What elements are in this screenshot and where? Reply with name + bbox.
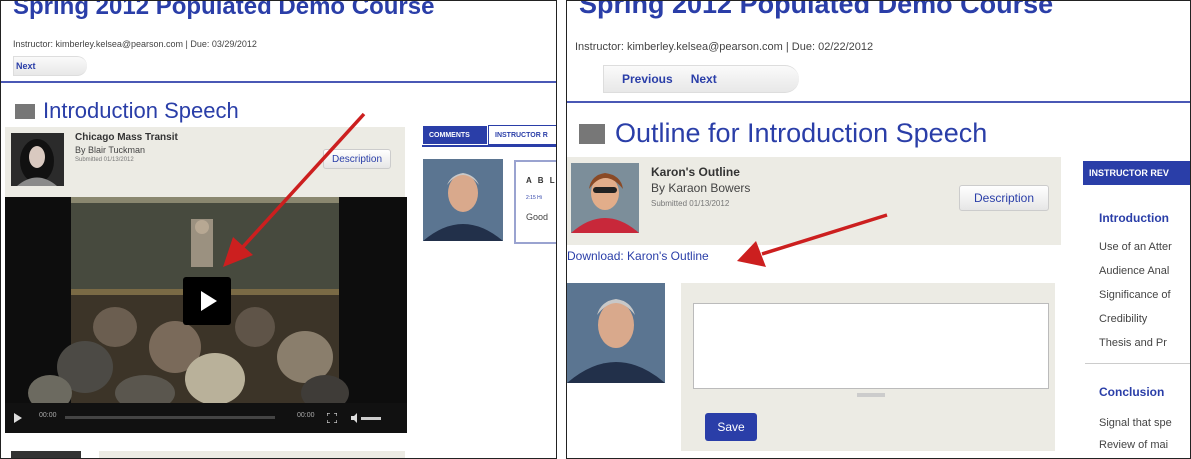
rubric-item: Review of mai bbox=[1099, 439, 1169, 451]
student-avatar bbox=[571, 163, 639, 233]
comment-textarea[interactable] bbox=[693, 303, 1049, 389]
comment-bubble: A B L 2:15 Hi Good bbox=[514, 160, 557, 244]
instructor-due-line: Instructor: kimberley.kelsea@pearson.com… bbox=[575, 41, 874, 53]
page-title-text: Introduction Speech bbox=[43, 98, 239, 123]
header-rule bbox=[567, 101, 1190, 103]
tab-comments[interactable]: COMMENTS bbox=[422, 125, 488, 145]
seek-bar[interactable] bbox=[65, 416, 275, 419]
page-title: Introduction Speech bbox=[15, 98, 239, 124]
rubric-item: Credibility bbox=[1099, 313, 1148, 325]
rubric-item: Use of an Atter bbox=[1099, 241, 1172, 253]
submission-author: By Blair Tuckman bbox=[75, 145, 146, 155]
rubric-divider bbox=[1085, 363, 1190, 364]
rubric-heading-conclusion: Conclusion bbox=[1099, 385, 1165, 399]
tab-underline bbox=[422, 145, 556, 147]
nav-bar: Next bbox=[13, 56, 87, 76]
submission-date: Submitted 01/13/2012 bbox=[651, 199, 730, 208]
course-title: Spring 2012 Populated Demo Course bbox=[579, 0, 1054, 19]
tab-instructor-review[interactable]: INSTRUCTOR R bbox=[488, 125, 556, 145]
left-screenshot-panel: Spring 2012 Populated Demo Course Instru… bbox=[0, 0, 557, 459]
page-title-text: Outline for Introduction Speech bbox=[615, 118, 988, 148]
rubric-item: Audience Anal bbox=[1099, 265, 1170, 277]
submission-title: Karon's Outline bbox=[651, 165, 740, 179]
rubric-item: Thesis and Pr bbox=[1099, 337, 1167, 349]
next-submission-card bbox=[99, 451, 405, 458]
download-link[interactable]: Download: Karon's Outline bbox=[567, 249, 709, 263]
document-icon bbox=[15, 103, 35, 119]
submission-date: Submitted 01/13/2012 bbox=[75, 157, 134, 163]
comment-form: Save bbox=[681, 283, 1055, 451]
red-arrow-icon bbox=[223, 112, 366, 267]
next-button[interactable]: Next bbox=[16, 61, 36, 71]
time-current: 00:00 bbox=[39, 412, 57, 419]
resize-handle[interactable] bbox=[857, 393, 885, 397]
rubric-heading-introduction: Introduction bbox=[1099, 211, 1169, 225]
description-button[interactable]: Description bbox=[959, 185, 1049, 211]
student-avatar bbox=[11, 133, 64, 186]
comment-text: Good bbox=[526, 212, 549, 222]
tab-instructor-review[interactable]: INSTRUCTOR REV bbox=[1083, 161, 1190, 185]
document-icon bbox=[579, 123, 605, 144]
play-button[interactable] bbox=[183, 277, 231, 325]
time-total: 00:00 bbox=[297, 412, 315, 419]
video-controls: 00:00 00:00 bbox=[5, 403, 407, 433]
next-avatar-peek bbox=[11, 451, 81, 458]
fullscreen-icon[interactable] bbox=[327, 413, 337, 423]
play-icon bbox=[201, 291, 217, 311]
course-title: Spring 2012 Populated Demo Course bbox=[13, 0, 435, 20]
header-rule bbox=[1, 81, 556, 83]
rubric-item: Significance of bbox=[1099, 289, 1171, 301]
nav-bar: Previous Next bbox=[603, 65, 799, 93]
reviewer-avatar bbox=[567, 283, 665, 383]
next-button[interactable]: Next bbox=[691, 72, 717, 86]
comment-timestamp[interactable]: 2:15 Hi bbox=[526, 195, 542, 201]
submission-title: Chicago Mass Transit bbox=[75, 132, 178, 143]
comment-author: A B L bbox=[526, 176, 557, 185]
save-button[interactable]: Save bbox=[705, 413, 757, 441]
commenter-avatar bbox=[423, 159, 503, 241]
volume-icon[interactable] bbox=[351, 413, 383, 423]
instructor-due-line: Instructor: kimberley.kelsea@pearson.com… bbox=[13, 39, 257, 49]
submission-author: By Karaon Bowers bbox=[651, 181, 751, 195]
right-screenshot-panel: Spring 2012 Populated Demo Course Instru… bbox=[566, 0, 1191, 459]
page-title: Outline for Introduction Speech bbox=[579, 118, 987, 149]
rubric-item: Signal that spe bbox=[1099, 417, 1172, 429]
play-small-icon[interactable] bbox=[13, 413, 23, 423]
red-arrow-icon bbox=[737, 213, 888, 267]
previous-button[interactable]: Previous bbox=[622, 72, 673, 86]
